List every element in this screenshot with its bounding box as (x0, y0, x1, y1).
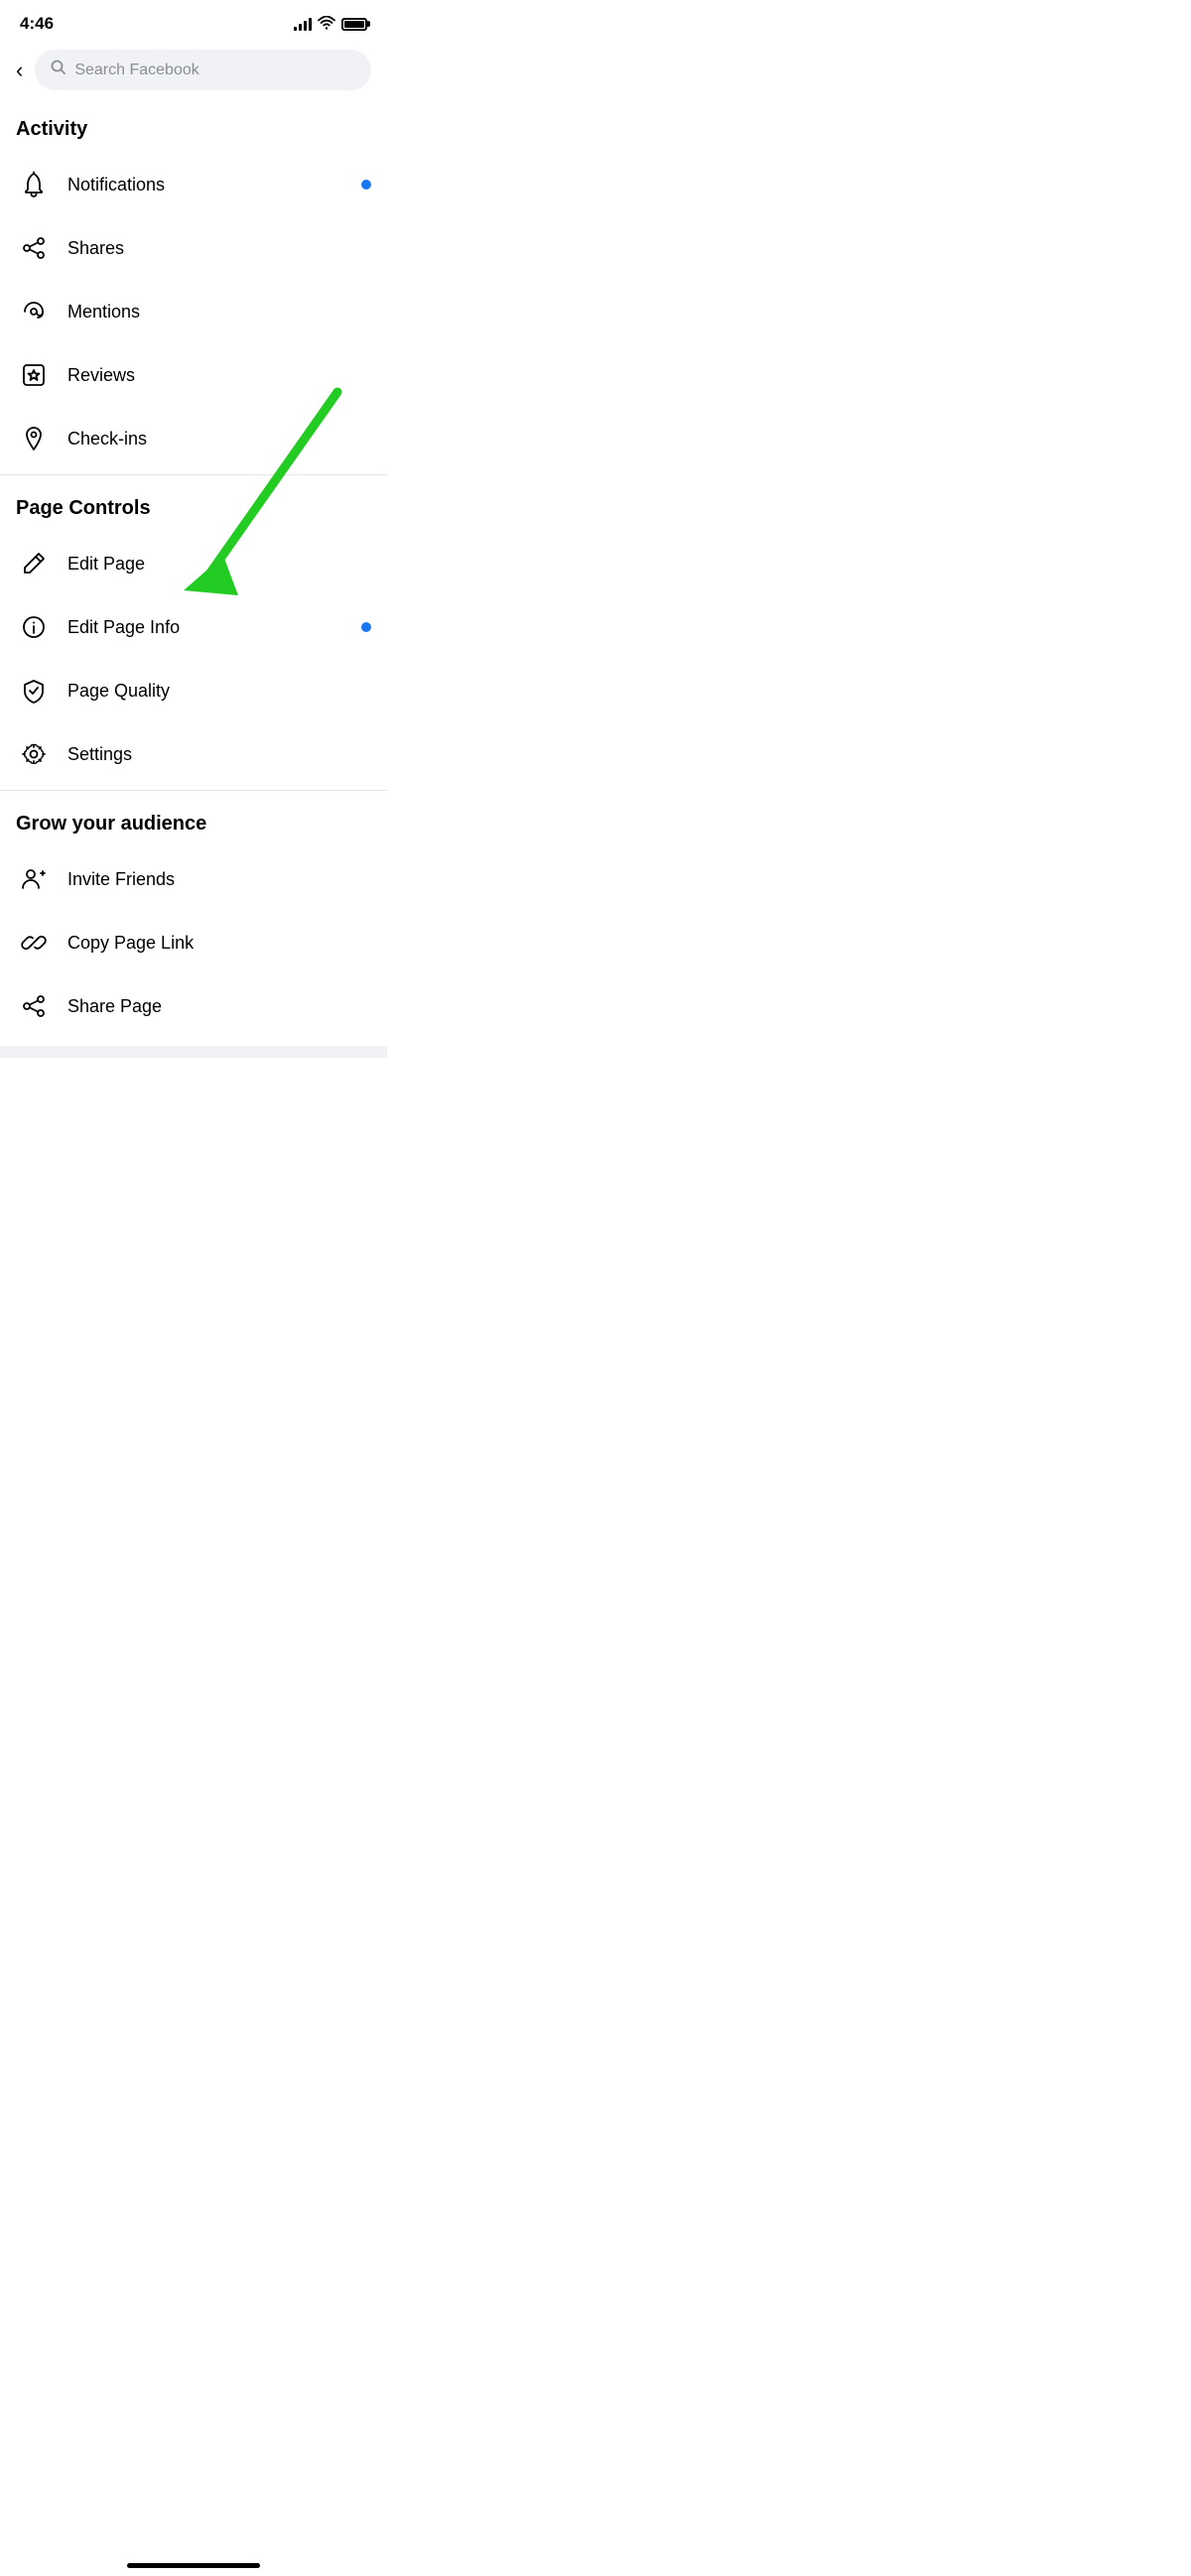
menu-item-notifications[interactable]: Notifications (0, 153, 387, 216)
share-icon (16, 230, 52, 266)
section-header-grow: Grow your audience (0, 795, 387, 847)
gear-icon (16, 736, 52, 772)
bottom-nav: News Feed 3 Pages (0, 2505, 387, 2576)
shop-icon: 9+ (209, 2513, 237, 2541)
search-bar[interactable]: Search Facebook (35, 50, 371, 90)
divider-1 (0, 474, 387, 475)
nav-item-news[interactable]: News (132, 2513, 188, 2556)
menu-item-reviews[interactable]: Reviews (0, 343, 387, 407)
content-area: Activity Notifications (0, 100, 387, 1157)
nav-item-news-feed[interactable]: News Feed (4, 2513, 60, 2556)
menu-item-shares[interactable]: Shares (0, 216, 387, 280)
menu-item-settings[interactable]: Settings (0, 722, 387, 786)
menu-item-page-quality[interactable]: Page Quality (0, 659, 387, 722)
menu-label-notifications: Notifications (67, 175, 345, 195)
menu-label-invite-friends: Invite Friends (67, 869, 371, 890)
info-circle-icon (16, 609, 52, 645)
signal-icon (294, 17, 312, 31)
search-bar-container: ‹ Search Facebook (0, 42, 387, 100)
menu-label-page-quality: Page Quality (67, 681, 371, 702)
menu-label-settings: Settings (67, 744, 371, 765)
battery-icon (341, 18, 367, 31)
mention-icon (16, 294, 52, 329)
menu-item-edit-page[interactable]: Edit Page (0, 532, 387, 595)
menu-label-edit-page: Edit Page (67, 554, 371, 575)
bell-nav-icon: 2 (276, 2513, 304, 2541)
pages-badge: 3 (100, 2509, 118, 2526)
nav-item-menu[interactable]: Menu (328, 2513, 383, 2556)
menu-item-mentions[interactable]: Mentions (0, 280, 387, 343)
menu-item-edit-page-info[interactable]: Edit Page Info (0, 595, 387, 659)
wifi-icon (318, 16, 335, 33)
nav-item-pages[interactable]: 3 Pages (68, 2513, 124, 2556)
notifications-nav-badge: 2 (294, 2509, 312, 2526)
nav-label-news-feed: News Feed (4, 2544, 60, 2556)
news-icon (146, 2513, 174, 2541)
menu-label-edit-page-info: Edit Page Info (67, 617, 345, 638)
menu-item-share-page[interactable]: Share Page (0, 974, 387, 1038)
status-bar: 4:46 (0, 0, 387, 42)
share-page-icon (16, 988, 52, 1024)
menu-lines-icon (341, 2513, 369, 2541)
search-placeholder: Search Facebook (74, 62, 198, 79)
menu-item-invite-friends[interactable]: Invite Friends (0, 847, 387, 911)
section-header-page-controls: Page Controls (0, 479, 387, 532)
nav-label-shop: Shop (210, 2544, 236, 2556)
menu-label-checkins: Check-ins (67, 429, 371, 450)
home-icon (18, 2513, 46, 2541)
menu-label-reviews: Reviews (67, 365, 371, 386)
nav-label-pages: Pages (80, 2544, 111, 2556)
link-icon (16, 925, 52, 961)
review-icon (16, 357, 52, 393)
person-add-icon (16, 861, 52, 897)
bell-icon (16, 167, 52, 202)
menu-label-mentions: Mentions (67, 302, 371, 322)
menu-label-shares: Shares (67, 238, 371, 259)
divider-2 (0, 790, 387, 791)
nav-label-news: News (146, 2544, 174, 2556)
bottom-separator (0, 1046, 387, 1058)
nav-item-shop[interactable]: 9+ Shop (196, 2513, 251, 2556)
pencil-icon (16, 546, 52, 581)
checkin-icon (16, 421, 52, 456)
nav-item-notifications[interactable]: 2 Notifications (260, 2513, 320, 2556)
shield-icon (16, 673, 52, 708)
edit-page-info-dot (361, 622, 371, 632)
search-icon (51, 60, 66, 80)
menu-label-share-page: Share Page (67, 996, 371, 1017)
back-button[interactable]: ‹ (16, 58, 23, 83)
pages-icon: 3 (82, 2513, 110, 2541)
menu-label-copy-page-link: Copy Page Link (67, 933, 371, 954)
section-header-activity: Activity (0, 100, 387, 153)
menu-item-checkins[interactable]: Check-ins (0, 407, 387, 470)
menu-item-copy-page-link[interactable]: Copy Page Link (0, 911, 387, 974)
notification-dot (361, 180, 371, 190)
page-wrapper: 4:46 ‹ (0, 0, 387, 1157)
status-icons (294, 16, 367, 33)
nav-label-notifications: Notifications (260, 2544, 320, 2556)
status-time: 4:46 (20, 14, 54, 34)
shop-badge: 9+ (222, 2509, 245, 2526)
